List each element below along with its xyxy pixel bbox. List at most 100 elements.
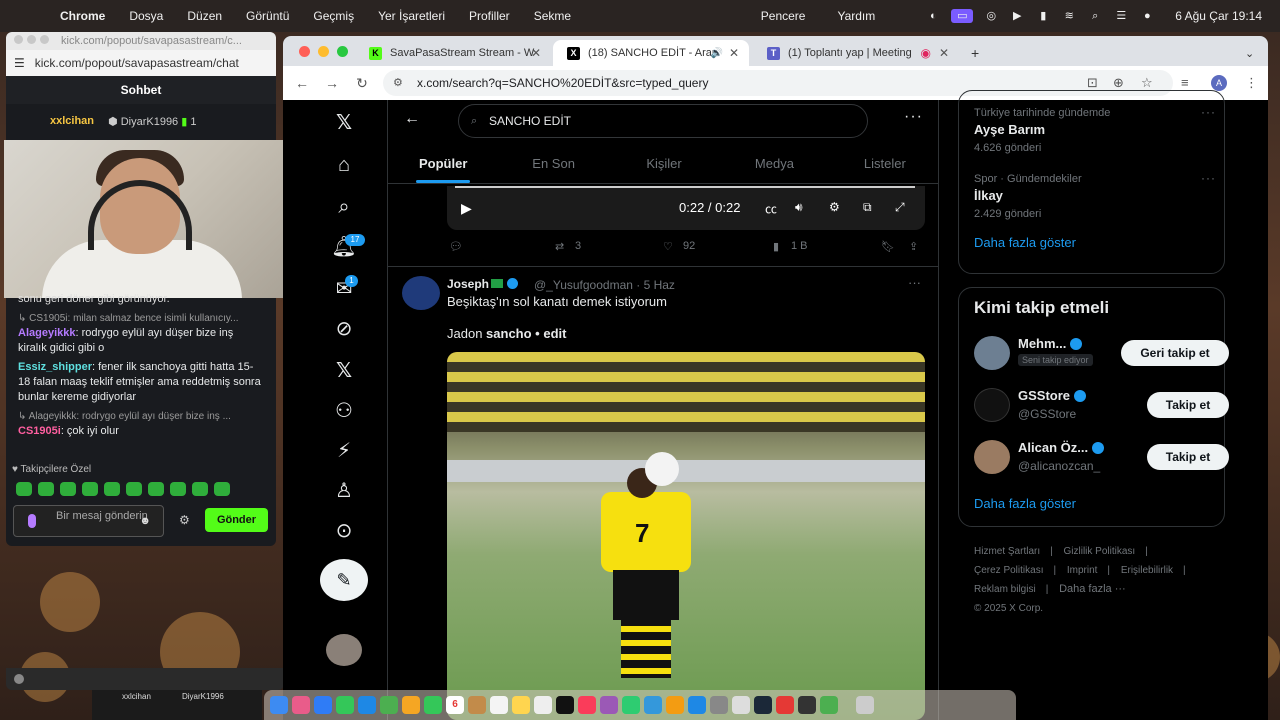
communities-icon[interactable]: ⚇ — [331, 398, 357, 424]
chat-settings-icon[interactable]: ⚙ — [179, 513, 190, 527]
search-input[interactable]: ⌕ SANCHO EDİT — [458, 104, 868, 138]
app-store-icon[interactable] — [688, 696, 706, 714]
search-options-icon[interactable]: ··· — [904, 108, 923, 126]
menu-item-edit[interactable]: Düzen — [187, 9, 222, 23]
trend-item[interactable]: Spor · Gündemdekiler İlkay 2.429 gönderi — [974, 173, 1082, 220]
control-center-icon[interactable]: ☰ — [1113, 9, 1129, 23]
views-chart-icon[interactable]: ▮ — [773, 240, 779, 253]
finder-icon[interactable] — [270, 696, 288, 714]
trends-show-more-link[interactable]: Daha fazla göster — [974, 235, 1076, 250]
audio-icon[interactable]: 🔊 — [711, 48, 723, 59]
play-icon[interactable]: ▶ — [461, 200, 472, 217]
back-arrow-icon[interactable]: ← — [287, 75, 317, 91]
new-tab-button[interactable]: + — [963, 40, 993, 66]
compose-post-button[interactable]: ✎ — [320, 559, 368, 601]
emote-icon[interactable] — [126, 482, 142, 496]
forward-arrow-icon[interactable]: → — [317, 75, 347, 91]
follow-suggestion[interactable]: GSStore @GSStore Takip et — [974, 386, 1229, 426]
tweet-author-name[interactable]: Joseph — [447, 277, 519, 291]
trend-more-icon[interactable]: ··· — [1201, 171, 1216, 185]
footer-link[interactable]: Çerez Politikası — [974, 565, 1043, 576]
close-icon[interactable]: ✕ — [939, 46, 949, 60]
chat-username[interactable]: Alageyikkk — [18, 327, 75, 339]
gifter-2-name[interactable]: DiyarK1996 — [121, 116, 178, 128]
emote-icon[interactable] — [60, 482, 76, 496]
zoom-icon[interactable]: ⊕ — [1113, 75, 1124, 91]
suggestion-avatar[interactable] — [974, 440, 1010, 474]
notes-icon[interactable] — [512, 696, 530, 714]
play-icon[interactable]: ▶ — [1009, 9, 1025, 23]
close-icon[interactable]: ✕ — [729, 46, 739, 60]
emote-icon[interactable] — [82, 482, 98, 496]
install-app-icon[interactable]: ⊡ — [1087, 75, 1098, 91]
follow-suggestion[interactable]: Mehm... Seni takip ediyor Geri takip et — [974, 334, 1229, 374]
menu-item-window[interactable]: Pencere — [761, 9, 806, 23]
mic-icon[interactable] — [28, 514, 36, 528]
like-heart-icon[interactable]: ♡ — [663, 240, 673, 253]
fullscreen-icon[interactable]: ⤢ — [895, 200, 905, 215]
search-icon[interactable]: ⌕ — [1087, 9, 1103, 23]
siri-icon[interactable]: ● — [1139, 9, 1155, 23]
explore-search-icon[interactable]: ⌕ — [331, 194, 357, 220]
tab-x-search[interactable]: X (18) SANCHO EDİT - Aran 🔊 ✕ — [553, 40, 749, 66]
menu-item-profiles[interactable]: Profiller — [469, 9, 510, 23]
follow-button[interactable]: Takip et — [1147, 392, 1229, 418]
menu-item-bookmarks[interactable]: Yer İşaretleri — [378, 9, 445, 23]
trash-icon[interactable] — [856, 696, 874, 714]
zoom-window-button[interactable] — [337, 46, 348, 57]
emote-icon[interactable] — [192, 482, 208, 496]
suggestion-name[interactable]: Alican Öz... — [1018, 440, 1105, 455]
follow-show-more-link[interactable]: Daha fazla göster — [974, 496, 1076, 511]
follow-suggestion[interactable]: Alican Öz... @alicanozcan_ Takip et — [974, 438, 1229, 478]
chrome-menu-icon[interactable]: ⋮ — [1245, 75, 1258, 91]
chat-message-input[interactable]: Bir mesaj gönderin ☻ — [13, 505, 164, 537]
steam-icon[interactable] — [754, 696, 772, 714]
send-button[interactable]: Gönder — [205, 508, 268, 532]
chat-reply-context[interactable]: ↳ CS1905i: milan salmaz bence isimli kul… — [18, 311, 264, 326]
tab-popular[interactable]: Popüler — [388, 144, 498, 183]
emoji-icon[interactable]: ☻ — [139, 515, 151, 527]
follow-button[interactable]: Takip et — [1147, 444, 1229, 470]
chat-username[interactable]: Essiz_shipper — [18, 361, 92, 373]
menu-item-view[interactable]: Görüntü — [246, 9, 289, 23]
screen-record-icon[interactable]: ▭ — [951, 9, 974, 23]
close-icon[interactable]: ✕ — [531, 46, 541, 60]
tab-people[interactable]: Kişiler — [609, 144, 719, 183]
pages-icon[interactable] — [666, 696, 684, 714]
freeform-icon[interactable] — [534, 696, 552, 714]
profile-avatar[interactable]: A — [1211, 75, 1227, 91]
obs-icon[interactable] — [798, 696, 816, 714]
suggestion-name[interactable]: Mehm... — [1018, 336, 1083, 351]
grok-icon[interactable]: ⊘ — [331, 316, 357, 342]
video-player-1[interactable]: ▶ 0:22 / 0:22 ㏄ 🔊︎ ⚙ ⧉ ⤢ — [447, 186, 925, 230]
footer-link[interactable]: Hizmet Şartları — [974, 546, 1040, 557]
tab-meeting[interactable]: T (1) Toplantı yap | Meeting ◉ ✕ — [753, 40, 959, 66]
footer-link[interactable]: Imprint — [1067, 565, 1098, 576]
reply-icon[interactable]: 💬︎ — [449, 240, 463, 253]
more-circle-icon[interactable]: ⊙ — [331, 518, 357, 544]
status-app-icon[interactable]: ◐ — [925, 9, 941, 23]
emote-icon[interactable] — [38, 482, 54, 496]
emote-icon[interactable] — [16, 482, 32, 496]
tab-lists[interactable]: Listeler — [830, 144, 940, 183]
tab-kick-stream[interactable]: K SavaPasaStream Stream - W ✕ — [355, 40, 551, 66]
reload-icon[interactable]: ↻ — [347, 75, 377, 92]
share-icon[interactable]: ⇪ — [909, 240, 918, 253]
messages-icon[interactable] — [336, 696, 354, 714]
menu-app-name[interactable]: Chrome — [60, 9, 105, 23]
gifter-1-name[interactable]: xxlcihan — [50, 115, 94, 127]
calendar-icon[interactable]: 6 — [446, 696, 464, 714]
minimized-chat-preview[interactable]: xxlcihan DiyarK1996 — [92, 690, 262, 720]
photos-icon[interactable] — [402, 696, 420, 714]
trend-item[interactable]: Türkiye tarihinde gündemde Ayşe Barım 4.… — [974, 107, 1110, 154]
focus-icon[interactable]: ◎ — [983, 9, 999, 23]
suggestion-avatar[interactable] — [974, 388, 1010, 422]
bookmark-icon[interactable]: 🔖︎ — [881, 240, 895, 253]
tune-icon[interactable]: ☰ — [14, 56, 25, 70]
wifi-icon[interactable]: ≋ — [1061, 9, 1077, 23]
footer-link[interactable]: Gizlilik Politikası — [1064, 546, 1136, 557]
iphone-mirroring-icon[interactable] — [732, 696, 750, 714]
system-settings-icon[interactable] — [710, 696, 728, 714]
settings-gear-icon[interactable]: ⚙ — [829, 200, 840, 214]
hashtag-link[interactable]: sancho • edit — [486, 326, 566, 341]
